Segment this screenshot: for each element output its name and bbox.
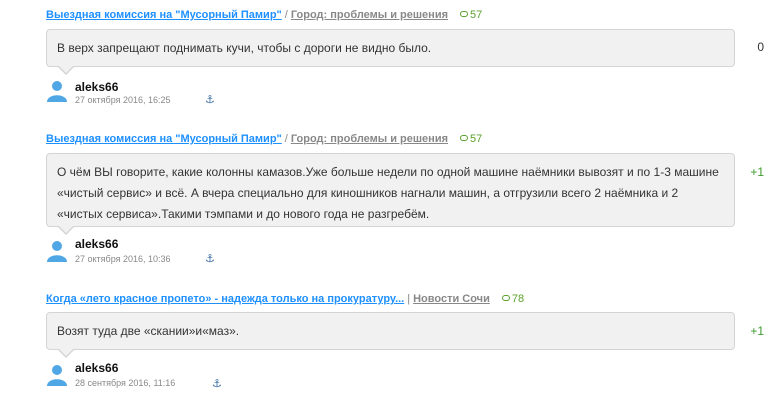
comment-header: Когда «лето красное пропето» - надежда т… — [46, 293, 524, 305]
comment-count[interactable]: 57 — [460, 9, 482, 21]
anchor-icon[interactable]: ⚓ — [205, 252, 215, 265]
anchor-icon[interactable]: ⚓ — [212, 377, 222, 390]
comment-rating: 0 — [757, 40, 764, 54]
category-link[interactable]: Новости Сочи — [413, 293, 490, 305]
comment-count[interactable]: 78 — [501, 293, 524, 305]
anchor-icon[interactable]: ⚓ — [205, 93, 215, 106]
comment-bubble-icon — [460, 11, 469, 17]
user-avatar-icon[interactable] — [46, 80, 68, 102]
topic-link[interactable]: Когда «лето красное пропето» - надежда т… — [46, 293, 404, 305]
comment-bubble-icon — [460, 135, 469, 141]
comment-date: 28 сентября 2016, 11:16 — [75, 378, 176, 388]
comment-header: Выездная комиссия на "Мусорный Памир" / Го… — [46, 133, 482, 145]
comment-text: Возят туда две «скании»и«маз». — [46, 312, 735, 358]
comment-text: В верх запрещают поднимать кучи, чтобы с… — [46, 29, 735, 75]
user-avatar-icon[interactable] — [46, 240, 68, 262]
author-name[interactable]: aleks66 — [75, 361, 118, 375]
comment-rating: +1 — [750, 165, 764, 179]
separator: / — [284, 9, 288, 21]
comment-header: Выездная комиссия на "Мусорный Памир" / Го… — [46, 9, 482, 21]
comment-date: 27 октября 2016, 10:36 — [75, 254, 171, 264]
topic-link[interactable]: Выездная комиссия на "Мусорный Памир" — [46, 133, 282, 145]
author-name[interactable]: aleks66 — [75, 80, 118, 94]
user-avatar-icon[interactable] — [46, 364, 68, 386]
separator: / — [284, 133, 288, 145]
comment-date: 27 октября 2016, 16:25 — [75, 95, 171, 105]
topic-link[interactable]: Выездная комиссия на "Мусорный Памир" — [46, 9, 282, 21]
category-link[interactable]: Город: проблемы и решения — [291, 9, 448, 21]
comment-count[interactable]: 57 — [460, 133, 482, 145]
comment-bubble-icon — [501, 295, 510, 301]
comment-rating: +1 — [750, 324, 764, 338]
comment-text: О чём ВЫ говорите, какие колонны камазов… — [46, 153, 735, 235]
author-name[interactable]: aleks66 — [75, 237, 118, 251]
separator: | — [407, 293, 411, 305]
category-link[interactable]: Город: проблемы и решения — [291, 133, 448, 145]
